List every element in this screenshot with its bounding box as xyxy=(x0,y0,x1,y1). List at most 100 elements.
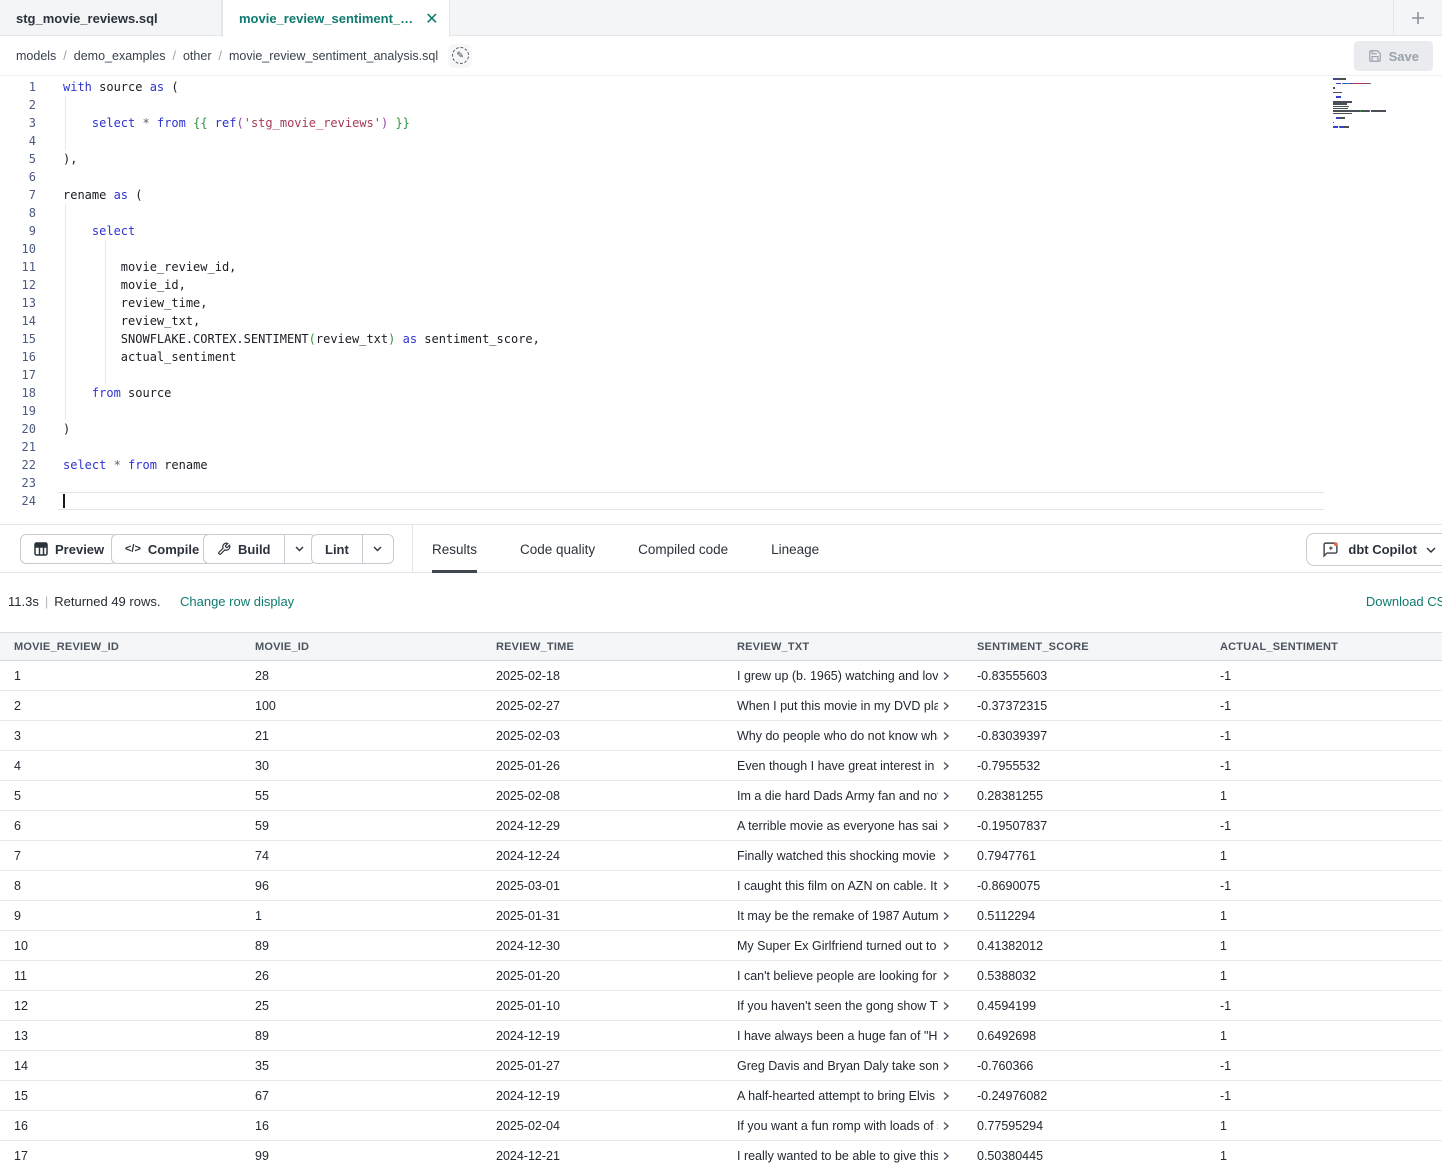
cell-actual_sentiment: -1 xyxy=(1206,879,1442,893)
table-row: 15672024-12-19A half-hearted attempt to … xyxy=(0,1081,1442,1111)
indent-guide xyxy=(65,348,66,366)
lint-dropdown-button[interactable] xyxy=(362,535,393,563)
expand-review-button[interactable] xyxy=(941,971,951,981)
file-tab-label: stg_movie_reviews.sql xyxy=(16,11,158,26)
expand-chevron-icon xyxy=(941,851,951,861)
review-text: Why do people who do not know what… xyxy=(737,729,938,743)
expand-review-button[interactable] xyxy=(941,671,951,681)
expand-review-button[interactable] xyxy=(941,941,951,951)
review-text: Even though I have great interest in Bi… xyxy=(737,759,938,773)
column-header-review_time: REVIEW_TIME xyxy=(482,641,723,653)
cell-actual_sentiment: 1 xyxy=(1206,969,1442,983)
expand-review-button[interactable] xyxy=(941,791,951,801)
new-tab-button[interactable] xyxy=(1393,0,1442,36)
table-row: 14352025-01-27Greg Davis and Bryan Daly … xyxy=(0,1051,1442,1081)
change-row-display-link[interactable]: Change row display xyxy=(180,594,294,609)
breadcrumb-other[interactable]: other xyxy=(183,49,212,63)
cell-movie_review_id: 10 xyxy=(0,939,241,953)
expand-review-button[interactable] xyxy=(941,1001,951,1011)
line-number: 22 xyxy=(0,456,36,474)
save-label: Save xyxy=(1389,49,1419,64)
active-line-highlight xyxy=(58,492,1324,510)
cell-movie_review_id: 5 xyxy=(0,789,241,803)
download-csv-link[interactable]: Download CSV xyxy=(1366,594,1442,609)
file-tab-stg-movie-reviews[interactable]: stg_movie_reviews.sql xyxy=(0,0,222,36)
expand-review-button[interactable] xyxy=(941,731,951,741)
cell-movie_id: 100 xyxy=(241,699,482,713)
build-button[interactable]: Build xyxy=(204,535,284,563)
file-tab-movie-review-sentiment[interactable]: movie_review_sentiment_… ✕ xyxy=(222,0,450,37)
build-label: Build xyxy=(238,542,271,557)
preview-button[interactable]: Preview xyxy=(20,534,118,564)
review-text: It may be the remake of 1987 Autumn'… xyxy=(737,909,938,923)
expand-review-button[interactable] xyxy=(941,911,951,921)
indent-guide xyxy=(65,258,66,276)
line-number: 5 xyxy=(0,150,36,168)
tab-results[interactable]: Results xyxy=(432,525,477,573)
tab-compiled-code[interactable]: Compiled code xyxy=(638,525,728,573)
line-number: 19 xyxy=(0,402,36,420)
review-text: Greg Davis and Bryan Daly take some … xyxy=(737,1059,938,1073)
breadcrumb-separator: / xyxy=(63,49,66,63)
review-text: When I put this movie in my DVD playe… xyxy=(737,699,938,713)
breadcrumb-demo-examples[interactable]: demo_examples xyxy=(74,49,166,63)
indent-guide xyxy=(105,258,106,276)
expand-review-button[interactable] xyxy=(941,1151,951,1161)
editor-minimap[interactable] xyxy=(1330,78,1440,142)
editable-indicator: ✎ xyxy=(448,44,472,68)
cell-movie_review_id: 1 xyxy=(0,669,241,683)
expand-review-button[interactable] xyxy=(941,851,951,861)
line-number: 12 xyxy=(0,276,36,294)
expand-review-button[interactable] xyxy=(941,1091,951,1101)
code-line: select * from {{ ref('stg_movie_reviews'… xyxy=(63,114,410,132)
minimap-line xyxy=(1339,117,1345,119)
indent-guide xyxy=(65,402,66,420)
expand-review-button[interactable] xyxy=(941,1061,951,1071)
indent-guide xyxy=(65,204,66,222)
code-line: with source as ( xyxy=(63,78,179,96)
column-header-movie_review_id: MOVIE_REVIEW_ID xyxy=(0,641,241,653)
save-button[interactable]: Save xyxy=(1354,41,1433,71)
dbt-copilot-button[interactable]: dbt Copilot xyxy=(1306,533,1442,566)
code-editor[interactable]: 123456789101112131415161718192021222324 … xyxy=(0,76,1442,524)
cell-movie_review_id: 8 xyxy=(0,879,241,893)
cell-movie_review_id: 7 xyxy=(0,849,241,863)
expand-review-button[interactable] xyxy=(941,1031,951,1041)
code-icon: </> xyxy=(125,543,141,555)
indent-guide xyxy=(105,366,106,384)
line-number: 15 xyxy=(0,330,36,348)
code-line: select xyxy=(63,222,135,240)
expand-review-button[interactable] xyxy=(941,1121,951,1131)
table-icon xyxy=(34,542,48,556)
build-dropdown-button[interactable] xyxy=(284,535,315,563)
line-number: 17 xyxy=(0,366,36,384)
review-text: I really wanted to be able to give this … xyxy=(737,1149,938,1163)
cell-movie_id: 74 xyxy=(241,849,482,863)
cell-review_time: 2025-01-31 xyxy=(482,909,723,923)
cell-actual_sentiment: -1 xyxy=(1206,669,1442,683)
cell-review_time: 2025-03-01 xyxy=(482,879,723,893)
cell-review_time: 2024-12-29 xyxy=(482,819,723,833)
review-text: I caught this film on AZN on cable. It s… xyxy=(737,879,938,893)
cell-sentiment_score: -0.760366 xyxy=(963,1059,1206,1073)
minimap-line xyxy=(1336,83,1341,85)
table-row: 11262025-01-20I can't believe people are… xyxy=(0,961,1442,991)
expand-review-button[interactable] xyxy=(941,761,951,771)
expand-review-button[interactable] xyxy=(941,701,951,711)
minimap-line xyxy=(1343,83,1346,85)
breadcrumb-models[interactable]: models xyxy=(16,49,56,63)
build-split-button: Build xyxy=(203,534,316,564)
close-tab-icon[interactable]: ✕ xyxy=(425,9,438,29)
line-number: 8 xyxy=(0,204,36,222)
cell-movie_id: 28 xyxy=(241,669,482,683)
line-number: 10 xyxy=(0,240,36,258)
lint-button[interactable]: Lint xyxy=(312,535,362,563)
indent-guide xyxy=(65,240,66,258)
indent-guide xyxy=(105,330,106,348)
tab-code-quality[interactable]: Code quality xyxy=(520,525,595,573)
expand-review-button[interactable] xyxy=(941,881,951,891)
tab-lineage[interactable]: Lineage xyxy=(771,525,819,573)
compile-button[interactable]: </> Compile xyxy=(111,534,213,564)
line-number: 13 xyxy=(0,294,36,312)
expand-review-button[interactable] xyxy=(941,821,951,831)
